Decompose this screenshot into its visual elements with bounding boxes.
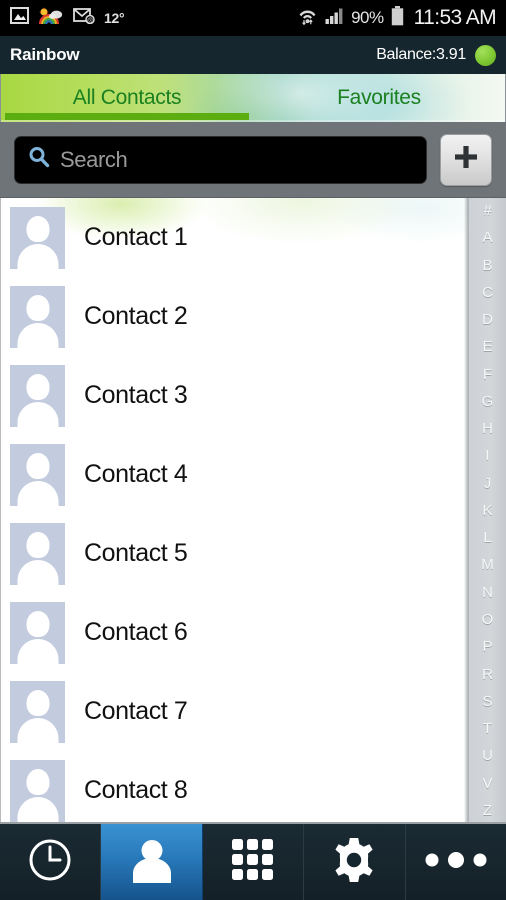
alpha-index-letter[interactable]: N (482, 585, 493, 600)
gallery-icon (10, 7, 29, 29)
nav-item-contacts[interactable] (101, 824, 203, 900)
alpha-index-letter[interactable]: B (482, 258, 492, 273)
avatar (10, 206, 65, 269)
wifi-icon (297, 6, 318, 31)
page-title: Rainbow (10, 45, 80, 64)
balance-label: Balance:3.91 (376, 46, 466, 63)
avatar (10, 443, 65, 506)
alpha-index-letter[interactable]: C (482, 285, 493, 300)
alpha-index-letter[interactable]: F (483, 367, 492, 382)
table-row[interactable]: Contact 3 (1, 356, 488, 435)
contact-list[interactable]: Contact 1 Contact 2 Contact 3 Contact 4 … (1, 198, 488, 822)
add-contact-button[interactable] (440, 133, 492, 186)
battery-percent-label: 90% (351, 8, 384, 27)
alphabet-index[interactable]: # A B C D E F G H I J K L M N O P R S T … (468, 198, 506, 822)
contact-name: Contact 2 (84, 302, 188, 330)
status-bar-right: 90% 11:53 AM (297, 5, 497, 31)
alpha-index-letter[interactable]: E (482, 339, 492, 354)
nav-item-history[interactable] (0, 824, 102, 900)
contact-list-area: Contact 1 Contact 2 Contact 3 Contact 4 … (0, 198, 506, 822)
contact-name: Contact 4 (84, 460, 188, 488)
alpha-index-letter[interactable]: R (482, 667, 493, 682)
battery-icon (391, 5, 404, 31)
nav-item-settings[interactable] (304, 824, 406, 900)
tab-favorites[interactable]: Favorites (253, 74, 505, 122)
avatar (10, 601, 65, 664)
alpha-index-letter[interactable]: S (482, 694, 492, 709)
table-row[interactable]: Contact 5 (1, 514, 488, 593)
nav-item-more[interactable] (406, 824, 506, 900)
avatar (10, 285, 65, 348)
alpha-index-letter[interactable]: T (483, 721, 492, 736)
status-indicator-dot (475, 44, 496, 66)
balance-area[interactable]: Balance:3.91 (376, 44, 496, 66)
dialpad-grid-icon (230, 837, 276, 888)
svg-text:@: @ (87, 18, 93, 24)
table-row[interactable]: Contact 2 (1, 277, 488, 356)
alpha-index-letter[interactable]: U (482, 748, 493, 763)
weather-rainbow-icon (38, 6, 64, 30)
contact-name: Contact 1 (84, 223, 188, 251)
avatar (10, 680, 65, 743)
app-title-bar: Rainbow Balance:3.91 (0, 36, 506, 74)
tab-favorites-label: Favorites (337, 86, 421, 109)
alpha-index-letter[interactable]: I (485, 448, 489, 463)
tab-bar: All Contacts Favorites (0, 74, 506, 122)
search-bar: Search (0, 122, 506, 198)
clock-label: 11:53 AM (413, 6, 497, 29)
alpha-index-letter[interactable]: # (483, 203, 491, 218)
search-placeholder: Search (60, 146, 128, 172)
alpha-index-letter[interactable]: M (481, 557, 494, 572)
alpha-index-letter[interactable]: V (482, 776, 492, 791)
alpha-index-letter[interactable]: Z (483, 803, 492, 818)
search-input[interactable]: Search (14, 135, 427, 184)
table-row[interactable]: Contact 7 (1, 672, 488, 751)
alpha-index-letter[interactable]: A (482, 230, 492, 245)
alpha-index-letter[interactable]: L (483, 530, 491, 545)
email-icon: @ (73, 7, 95, 29)
status-bar-left: @ 12° (10, 6, 297, 30)
alpha-index-letter[interactable]: H (482, 421, 493, 436)
more-dots-icon (423, 849, 489, 876)
table-row[interactable]: Contact 1 (1, 198, 488, 277)
person-icon (130, 837, 174, 888)
gear-icon (331, 837, 377, 888)
avatar (10, 522, 65, 585)
temperature-label: 12° (104, 10, 125, 26)
table-row[interactable]: Contact 6 (1, 593, 488, 672)
signal-bars-icon (325, 7, 344, 29)
status-bar: @ 12° 90% 11:53 AM (0, 0, 506, 36)
alpha-index-letter[interactable]: G (482, 394, 494, 409)
avatar (10, 364, 65, 427)
contact-name: Contact 7 (84, 697, 188, 725)
search-icon (27, 145, 51, 174)
bottom-navigation-bar (0, 822, 506, 900)
tab-all-contacts-label: All Contacts (72, 86, 182, 109)
contact-name: Contact 3 (84, 381, 188, 409)
contact-name: Contact 6 (84, 618, 188, 646)
tab-all-contacts[interactable]: All Contacts (1, 74, 253, 122)
app-root: @ 12° 90% 11:53 AM Rainbow Balance:3.91 … (0, 0, 506, 900)
table-row[interactable]: Contact 8 (1, 751, 488, 822)
alpha-index-letter[interactable]: K (482, 503, 492, 518)
contact-name: Contact 5 (84, 539, 188, 567)
avatar (10, 759, 65, 822)
plus-icon (451, 142, 481, 177)
alpha-index-letter[interactable]: O (482, 612, 494, 627)
table-row[interactable]: Contact 4 (1, 435, 488, 514)
alpha-index-letter[interactable]: J (484, 476, 492, 491)
tab-active-indicator (5, 113, 249, 120)
alpha-index-letter[interactable]: D (482, 312, 493, 327)
nav-item-keypad[interactable] (203, 824, 305, 900)
alpha-index-letter[interactable]: P (482, 639, 492, 654)
clock-icon (27, 837, 73, 888)
contact-name: Contact 8 (84, 776, 188, 804)
